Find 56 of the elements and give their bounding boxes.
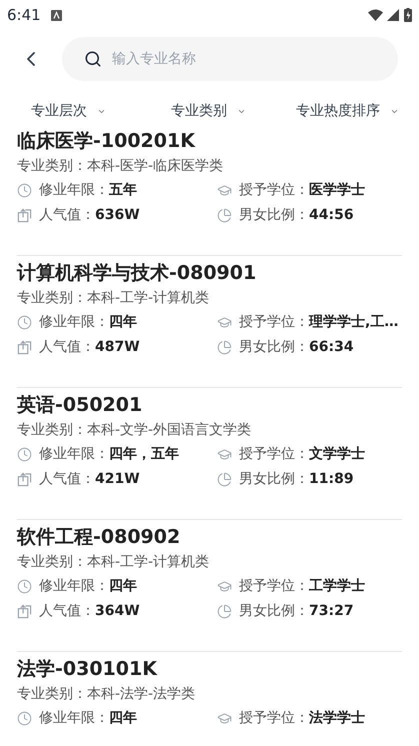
share-box-icon [17, 340, 32, 355]
share-box-icon [17, 604, 32, 619]
info-text: 男女比例：66:34 [239, 338, 354, 357]
status-time: 6:41 [7, 4, 41, 26]
filter-dropdown[interactable]: 专业类别 [140, 100, 270, 122]
info-text: 人气值：364W [39, 602, 140, 621]
info-text: 男女比例：44:56 [239, 206, 354, 225]
pie-chart-icon [217, 208, 232, 223]
major-title[interactable]: 软件工程-080902 [17, 523, 402, 551]
info-text: 男女比例：73:27 [239, 602, 354, 621]
major-category: 专业类别：本科-工学-计算机类 [17, 289, 210, 308]
clock-icon [17, 579, 32, 594]
filter-dropdown[interactable]: 专业热度排序 [270, 100, 419, 122]
pie-chart-icon [217, 604, 232, 619]
info-text: 人气值：487W [39, 338, 140, 357]
share-box-icon [17, 472, 32, 487]
major-category: 专业类别：本科-文学-外国语言文学类 [17, 421, 252, 440]
info-text: 人气值：421W [39, 470, 140, 489]
graduation-cap-icon [217, 711, 232, 726]
major-title[interactable]: 法学-030101K [17, 655, 402, 683]
major-title[interactable]: 计算机科学与技术-080901 [17, 259, 402, 287]
clock-icon [17, 315, 32, 330]
pie-chart-icon [217, 340, 232, 355]
filter-dropdown[interactable]: 专业层次 [0, 100, 140, 122]
battery-icon [404, 8, 412, 22]
major-category: 专业类别：本科-医学-临床医学类 [17, 157, 224, 176]
clock-icon [17, 447, 32, 462]
info-text: 男女比例：11:89 [239, 470, 354, 489]
major-category: 专业类别：本科-法学-法学类 [17, 685, 196, 704]
graduation-cap-icon [217, 579, 232, 594]
major-title[interactable]: 英语-050201 [17, 391, 402, 419]
info-text: 授予学位：工学学士 [239, 577, 365, 596]
info-text: 授予学位：医学学士 [239, 181, 365, 200]
info-text: 修业年限：五年 [39, 181, 137, 200]
major-category: 专业类别：本科-工学-计算机类 [17, 553, 210, 572]
share-box-icon [17, 208, 32, 223]
wifi-icon [368, 9, 383, 21]
search-icon [84, 50, 102, 68]
graduation-cap-icon [217, 183, 232, 198]
graduation-cap-icon [217, 447, 232, 462]
info-text: 修业年限：四年 [39, 709, 137, 728]
major-title[interactable]: 临床医学-100201K [17, 127, 402, 155]
clock-icon [17, 711, 32, 726]
pie-chart-icon [217, 472, 232, 487]
info-text: 授予学位：文学学士 [239, 445, 365, 464]
info-text: 修业年限：四年 [39, 577, 137, 596]
signal-icon [387, 9, 399, 21]
info-text: 修业年限：四年，五年 [39, 445, 179, 464]
notification-icon [50, 10, 62, 20]
info-text: 授予学位：法学学士 [239, 709, 365, 728]
info-text: 授予学位：理学学士,工… [239, 313, 398, 332]
graduation-cap-icon [217, 315, 232, 330]
info-text: 人气值：636W [39, 206, 140, 225]
info-text: 修业年限：四年 [39, 313, 137, 332]
search-field[interactable]: 输入专业名称 [62, 37, 398, 81]
clock-icon [17, 183, 32, 198]
